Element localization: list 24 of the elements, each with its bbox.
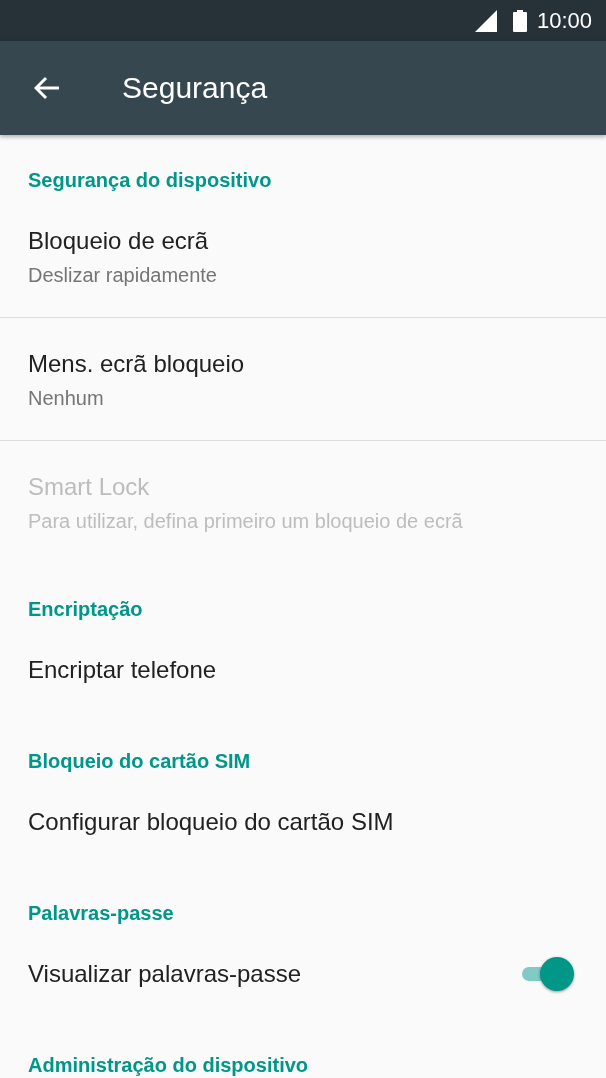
item-title: Visualizar palavras-passe xyxy=(28,959,302,989)
settings-item[interactable]: Visualizar palavras-passe xyxy=(0,928,606,1020)
section-header: Bloqueio do cartão SIM xyxy=(27,749,252,774)
item-title: Bloqueio de ecrã xyxy=(28,226,210,256)
item-subtitle: Deslizar rapidamente xyxy=(28,263,217,288)
item-subtitle: Nenhum xyxy=(28,386,105,411)
screen-title: Segurança xyxy=(122,71,268,105)
back-arrow-icon xyxy=(34,76,60,100)
settings-item[interactable]: Configurar bloqueio do cartão SIM xyxy=(0,776,606,868)
item-title: Smart Lock xyxy=(28,472,151,502)
settings-item[interactable]: Mens. ecrã bloqueio Nenhum xyxy=(0,318,606,441)
item-subtitle: Para utilizar, defina primeiro um bloqueio de ecrã xyxy=(28,509,463,534)
settings-item[interactable]: Encriptar telefone xyxy=(0,624,606,716)
item-title: Mens. ecrã bloqueio xyxy=(28,349,245,379)
section-header: Administração do dispositivo xyxy=(27,1053,310,1076)
section-header: Segurança do dispositivo xyxy=(27,168,273,193)
item-title: Encriptar telefone xyxy=(28,655,217,685)
clock-time: 10:00 xyxy=(536,7,592,34)
section-header: Encriptação xyxy=(27,597,144,622)
signal-icon xyxy=(474,9,497,32)
item-title: Configurar bloqueio do cartão SIM xyxy=(28,807,394,837)
section-header: Palavras-passe xyxy=(27,901,175,926)
settings-item[interactable]: Bloqueio de ecrã Deslizar rapidamente xyxy=(0,195,606,318)
battery-icon xyxy=(512,9,527,32)
